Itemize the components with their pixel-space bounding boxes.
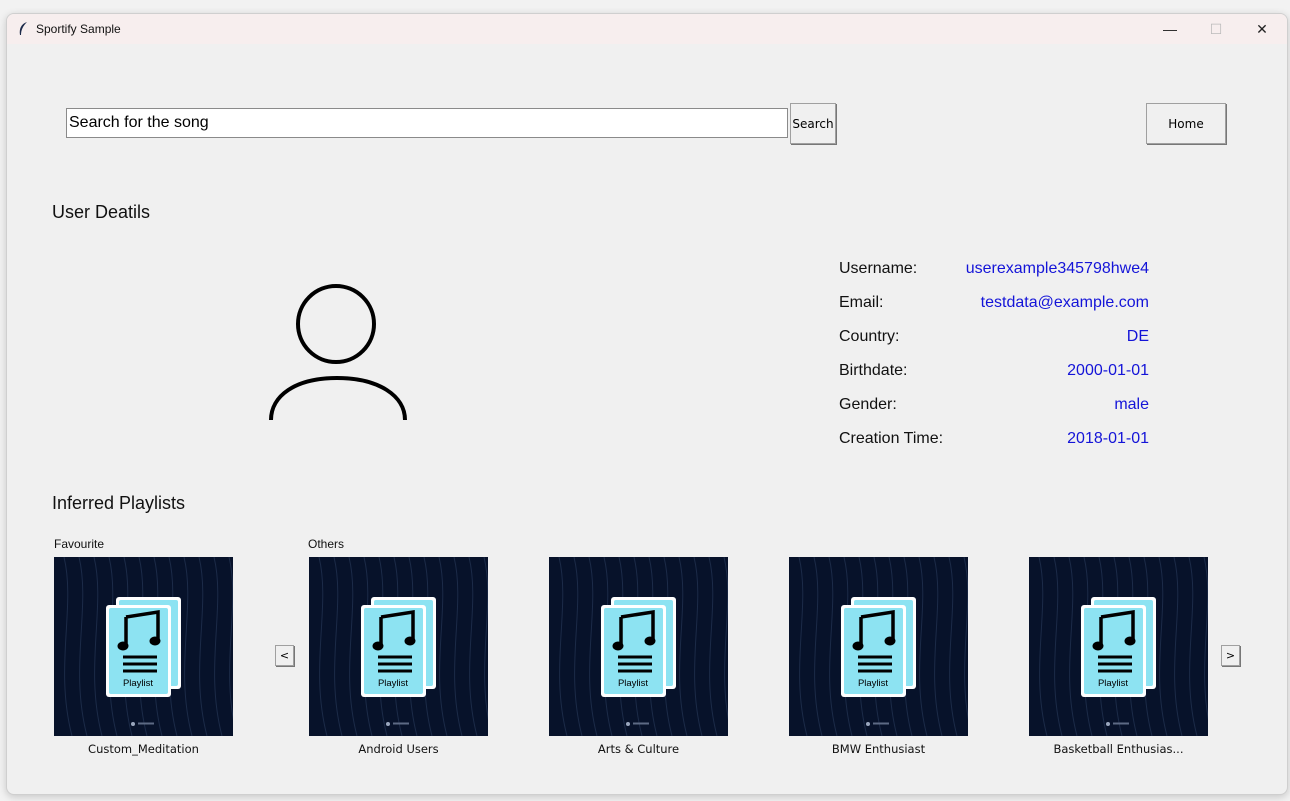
detail-label: Country: xyxy=(839,328,900,345)
search-button[interactable]: Search xyxy=(790,103,836,144)
playlist-name: Arts & Culture xyxy=(597,742,680,756)
detail-value: userexample345798hwe4 xyxy=(965,260,1149,277)
playlist-cover[interactable]: Playlist xyxy=(1029,557,1208,736)
others-label: Others xyxy=(308,537,345,551)
inferred-playlists-heading: Inferred Playlists xyxy=(52,493,186,513)
cover-text: Playlist xyxy=(123,678,153,689)
detail-value: 2018-01-01 xyxy=(1067,430,1149,447)
detail-label: Email: xyxy=(839,294,884,311)
detail-value: male xyxy=(1114,396,1149,413)
playlist-name: Custom_Meditation xyxy=(88,742,199,756)
playlist-cover[interactable]: Playlist xyxy=(789,557,968,736)
cover-text: Playlist xyxy=(378,678,408,689)
detail-row-gender: Gender: male xyxy=(839,396,1149,416)
music-note-icon: Playlist xyxy=(798,557,968,736)
title-bar: Sportify Sample — ☐ ✕ xyxy=(7,14,1287,44)
maximize-button[interactable]: ☐ xyxy=(1193,14,1239,44)
close-button[interactable]: ✕ xyxy=(1239,14,1285,44)
detail-value: testdata@example.com xyxy=(980,294,1149,311)
search-input[interactable] xyxy=(66,108,788,138)
home-button[interactable]: Home xyxy=(1146,103,1226,144)
user-details-heading: User Deatils xyxy=(52,202,151,222)
detail-label: Creation Time: xyxy=(839,430,944,447)
detail-row-country: Country: DE xyxy=(839,328,1149,348)
user-avatar-icon xyxy=(269,284,407,421)
detail-label: Gender: xyxy=(839,396,897,413)
detail-label: Username: xyxy=(839,260,918,277)
music-note-icon: Playlist xyxy=(558,557,728,736)
playlist-name: BMW Enthusiast xyxy=(831,742,926,756)
detail-row-username: Username: userexample345798hwe4 xyxy=(839,260,1149,280)
cover-text: Playlist xyxy=(858,678,888,689)
cover-text: Playlist xyxy=(618,678,648,689)
playlist-cover[interactable]: Playlist xyxy=(54,557,233,736)
app-window: Sportify Sample — ☐ ✕ Search Home User D… xyxy=(6,13,1288,795)
detail-value: 2000-01-01 xyxy=(1067,362,1149,379)
window-title: Sportify Sample xyxy=(36,22,121,36)
playlist-cover[interactable]: Playlist xyxy=(549,557,728,736)
favourite-label: Favourite xyxy=(54,537,105,551)
detail-row-email: Email: testdata@example.com xyxy=(839,294,1149,314)
prev-button[interactable]: < xyxy=(275,645,294,666)
playlist-name: Android Users xyxy=(358,742,439,756)
detail-row-birthdate: Birthdate: 2000-01-01 xyxy=(839,362,1149,382)
feather-icon xyxy=(19,22,27,35)
minimize-button[interactable]: — xyxy=(1147,14,1193,44)
detail-row-creation-time: Creation Time: 2018-01-01 xyxy=(839,430,1149,450)
playlist-cover[interactable]: Playlist xyxy=(309,557,488,736)
playlist-name: Basketball Enthusias... xyxy=(1053,742,1184,756)
music-note-icon: Playlist xyxy=(318,557,488,736)
detail-value: DE xyxy=(1126,328,1149,345)
music-note-icon: Playlist xyxy=(1038,557,1208,736)
cover-text: Playlist xyxy=(1098,678,1128,689)
music-note-icon: Playlist xyxy=(63,557,233,736)
next-button[interactable]: > xyxy=(1221,645,1240,666)
detail-label: Birthdate: xyxy=(839,362,908,379)
